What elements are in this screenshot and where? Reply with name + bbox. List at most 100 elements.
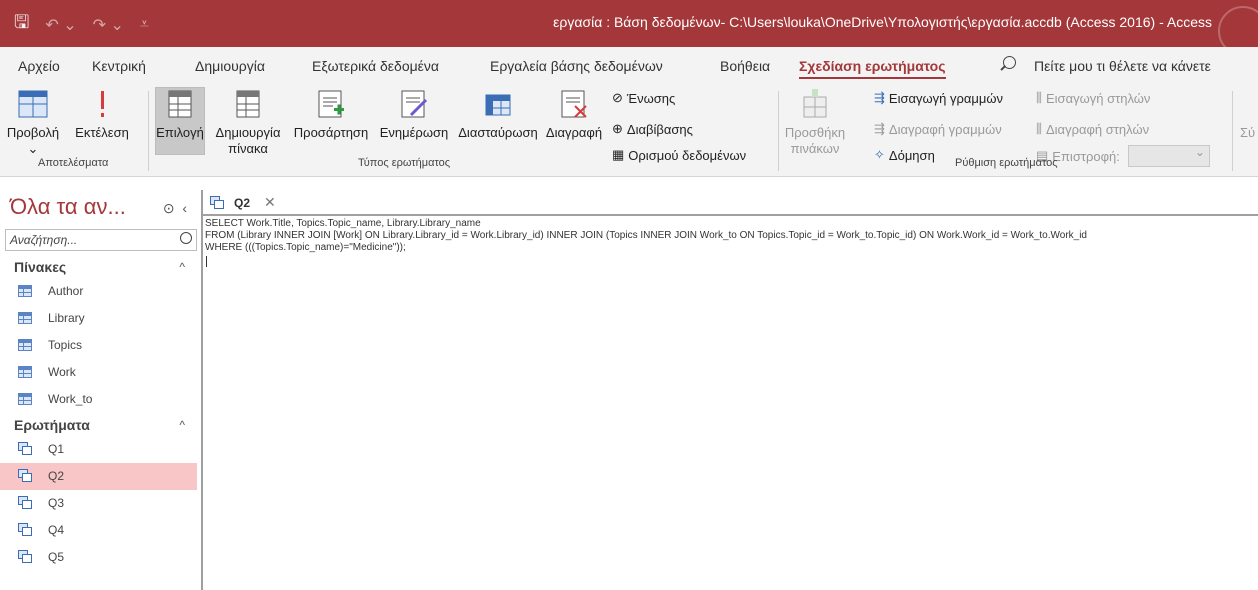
table-icon [18,339,32,351]
view-label: Προβολή [6,125,60,140]
passthrough-label: Διαβίβασης [626,121,693,137]
append-button[interactable]: Προσάρτηση [289,89,373,141]
nav-table-item[interactable]: Author [0,278,197,305]
tab-external-data[interactable]: Εξωτερικά δεδομένα [312,58,439,74]
search-icon [1003,56,1016,69]
view-dropdown-icon[interactable]: ⌄ [6,141,60,157]
passthrough-button[interactable]: ⊕ Διαβίβασης [612,121,693,137]
tell-me-box[interactable]: Πείτε μου τι θέλετε να κάνετε [1034,58,1211,74]
insert-columns-button[interactable]: ⫼ Εισαγωγή στηλών [1036,90,1150,106]
union-button[interactable]: ⊘ Ένωσης [612,90,675,106]
text-cursor [206,256,207,267]
delete-query-icon [561,90,587,118]
data-definition-label: Ορισμού δεδομένων [628,147,747,163]
update-label: Ενημέρωση [379,125,449,140]
crosstab-label: Διασταύρωση [458,125,538,140]
builder-label: Δόμηση [888,147,935,163]
builder-wand-icon: ✧ [874,147,885,162]
nav-query-item[interactable]: Q4 [0,517,197,544]
data-definition-button[interactable]: ▦ Ορισμού δεδομένων [612,147,746,163]
tab-query-design[interactable]: Σχεδίαση ερωτήματος [799,58,946,79]
query-icon [210,196,225,210]
separator [148,91,149,171]
show-table-label: Προσθήκη [784,125,846,140]
nav-item-label: Q5 [48,550,65,564]
query-icon [18,496,33,510]
show-table-button[interactable]: Προσθήκη πινάκων [783,89,847,157]
nav-collapse-icon[interactable]: ‹ [182,200,187,216]
cut-off-button[interactable]: Σύ [1240,125,1255,140]
sql-editor[interactable]: SELECT Work.Title, Topics.Topic_name, Li… [203,214,1258,590]
insert-columns-icon: ⫼ [1036,90,1042,105]
crosstab-button[interactable]: Διασταύρωση [454,89,542,141]
run-label: Εκτέλεση [75,125,129,140]
query-type-group-label: Τύπος ερωτήματος [358,157,451,169]
table-icon [18,393,32,405]
update-button[interactable]: Ενημέρωση [375,89,453,141]
nav-query-item[interactable]: Q5 [0,544,197,571]
nav-query-item[interactable]: Q1 [0,436,197,463]
delete-columns-button[interactable]: ⫼ Διαγραφή στηλών [1036,121,1149,137]
close-icon[interactable]: ✕ [264,194,276,211]
append-label: Προσάρτηση [293,125,369,140]
globe-icon: ⊕ [612,121,623,136]
query-icon [18,550,33,564]
nav-table-item[interactable]: Topics [0,332,197,359]
save-icon[interactable]: 🖫 [14,10,29,40]
quick-access-toolbar: 🖫 ↶ ⌄ ↷ ⌄ ⩡ [14,10,149,40]
run-icon [101,91,104,117]
nav-item-label: Q2 [48,469,65,483]
nav-search-input[interactable]: Αναζήτηση... [5,229,197,251]
tab-home[interactable]: Κεντρική [92,58,146,74]
document-tab[interactable]: Q2 ✕ [206,192,286,214]
nav-item-label: Library [48,311,85,325]
nav-item-label: Work_to [48,392,93,406]
query-icon [18,442,33,456]
separator [778,91,779,171]
ribbon: Προβολή ⌄ Εκτέλεση Αποτελέσματα Επιλογή … [0,85,1258,177]
make-table-label-2: πίνακα [228,141,268,156]
append-icon [318,90,344,118]
undo-icon[interactable]: ↶ ⌄ [45,15,76,35]
show-table-label-2: πινάκων [790,141,840,156]
chevron-up-icon[interactable]: ^ [179,260,185,274]
tab-create[interactable]: Δημιουργία [195,58,265,74]
search-icon[interactable] [180,232,192,244]
query-setup-group-label: Ρύθμιση ερωτήματος [955,157,1058,169]
tab-help[interactable]: Βοήθεια [720,58,770,74]
customize-qat-icon[interactable]: ⩡ [140,16,149,34]
return-combo[interactable] [1127,145,1210,167]
delete-query-button[interactable]: Διαγραφή [543,89,605,141]
delete-rows-button[interactable]: ⇶ Διαγραφή γραμμών [874,121,1002,137]
nav-query-item-selected[interactable]: Q2 [0,463,197,490]
make-table-button[interactable]: Δημιουργία πίνακα [208,89,288,157]
chevron-up-icon[interactable]: ^ [179,418,185,432]
insert-rows-button[interactable]: ⇶ Εισαγωγή γραμμών [874,90,1003,106]
nav-search-placeholder: Αναζήτηση... [10,233,78,247]
delete-query-label: Διαγραφή [545,125,603,140]
insert-columns-label: Εισαγωγή στηλών [1045,90,1151,106]
run-button[interactable]: Εκτέλεση [64,89,140,141]
nav-table-item[interactable]: Library [0,305,197,332]
nav-table-item[interactable]: Work_to [0,386,197,413]
nav-item-label: Q4 [48,523,65,537]
union-label: Ένωσης [626,90,676,106]
nav-table-item[interactable]: Work [0,359,197,386]
nav-header[interactable]: Όλα τα αν... [10,194,126,220]
nav-item-label: Q3 [48,496,65,510]
select-query-button[interactable]: Επιλογή [155,89,205,141]
tables-section-title[interactable]: Πίνακες [14,259,66,275]
view-button[interactable]: Προβολή ⌄ [6,89,60,157]
return-label: Επιστροφή: [1052,148,1120,164]
redo-icon[interactable]: ↷ ⌄ [93,15,124,35]
nav-menu-chevron-icon[interactable]: ⊙ [163,200,175,216]
tab-database-tools[interactable]: Εργαλεία βάσης δεδομένων [490,58,663,74]
nav-query-item[interactable]: Q3 [0,490,197,517]
document-tab-label: Q2 [234,196,251,210]
queries-section-title[interactable]: Ερωτήματα [14,417,90,433]
tab-file[interactable]: Αρχείο [18,58,60,74]
builder-button[interactable]: ✧ Δόμηση [874,147,935,163]
crosstab-icon [485,94,511,116]
table-icon [18,366,32,378]
select-query-label: Επιλογή [156,125,204,140]
